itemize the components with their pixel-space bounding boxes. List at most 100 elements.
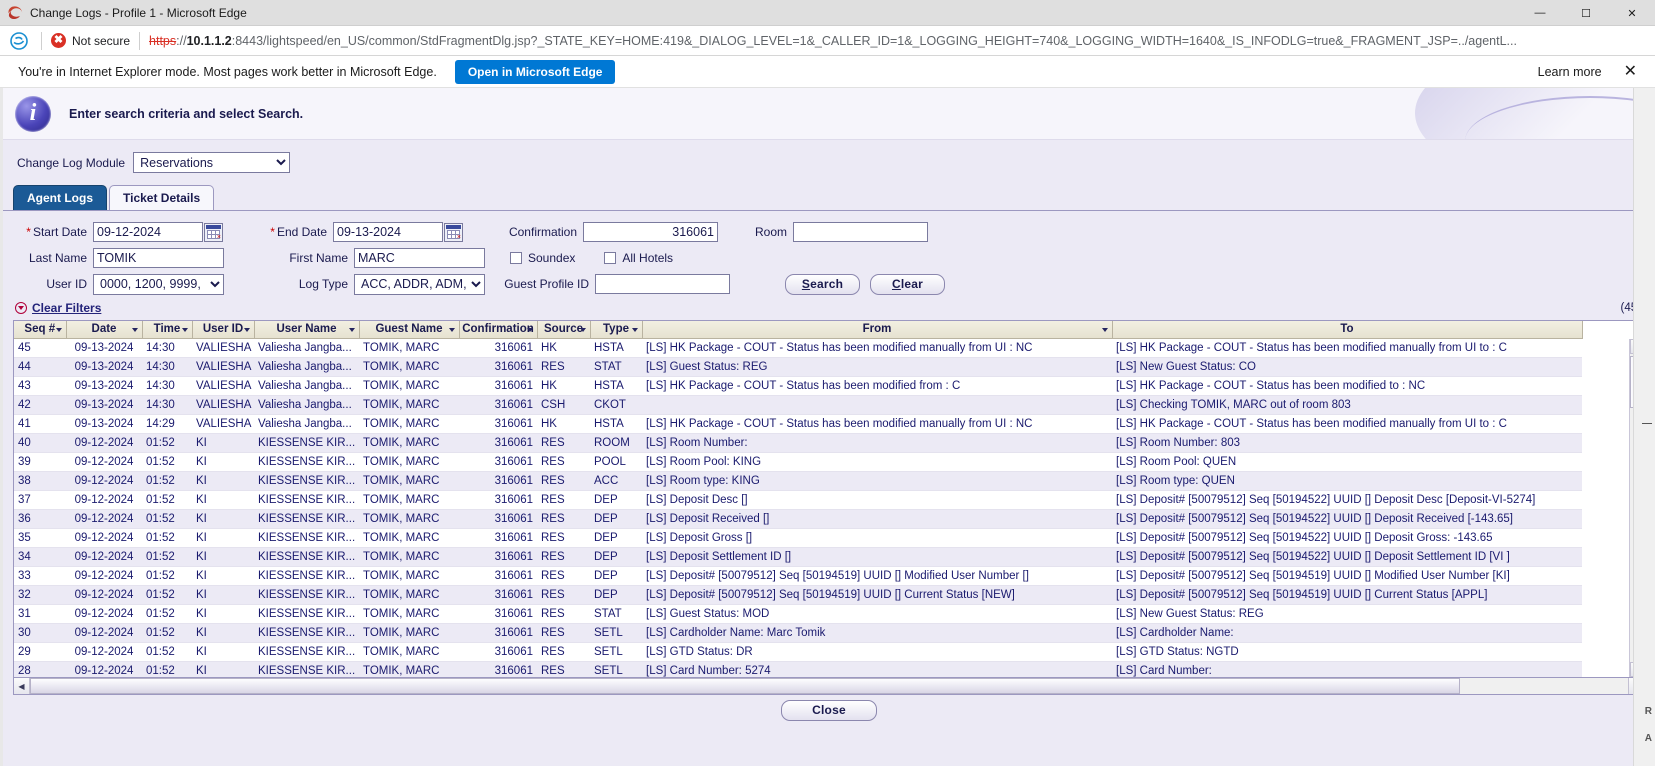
end-date-calendar-icon[interactable]: × <box>444 222 463 242</box>
table-row[interactable]: 36 09-12-2024 01:52 KI KIESSENSE KIR... TOMIK… <box>14 509 1582 529</box>
guest-profile-id-input[interactable] <box>595 274 730 294</box>
table-row[interactable]: 39 09-12-2024 01:52 KI KIESSENSE KIR... TOMIK… <box>14 452 1582 472</box>
table-row[interactable]: 37 09-12-2024 01:52 KI KIESSENSE KIR... TOMIK… <box>14 490 1582 510</box>
soundex-checkbox[interactable] <box>510 252 522 264</box>
table-row[interactable]: 40 09-12-2024 01:52 KI KIESSENSE KIR... TOMIK… <box>14 433 1582 453</box>
learn-more-link[interactable]: Learn more <box>1538 65 1602 79</box>
table-row[interactable]: 44 09-13-2024 14:30 VALIESHA Valiesha Jangba… <box>14 357 1582 377</box>
grid-header-date[interactable]: Date <box>66 321 143 339</box>
cell-time: 01:52 <box>142 642 192 662</box>
divider-2 <box>139 31 141 50</box>
grid-header-confirmation[interactable]: Confirmation <box>459 321 538 339</box>
cell-type: DEP <box>590 528 642 548</box>
ie-mode-icon[interactable] <box>8 30 30 52</box>
all-hotels-checkbox[interactable] <box>604 252 617 264</box>
user-id-select[interactable]: 0000, 1200, 9999, ... <box>93 273 224 295</box>
close-dialog-button[interactable]: Close <box>781 699 877 721</box>
cell-user_name: KIESSENSE KIR... <box>254 471 359 491</box>
maximize-button[interactable]: ☐ <box>1563 0 1609 26</box>
cell-source: RES <box>537 528 590 548</box>
column-filter-icon[interactable] <box>131 328 138 332</box>
confirmation-input[interactable] <box>583 222 718 242</box>
cell-user_id: KI <box>192 471 254 491</box>
table-row[interactable]: 38 09-12-2024 01:52 KI KIESSENSE KIR... TOMIK… <box>14 471 1582 491</box>
last-name-input[interactable] <box>93 248 224 268</box>
cell-user_name: KIESSENSE KIR... <box>254 452 359 472</box>
grid-header-seq[interactable]: Seq # <box>14 321 67 339</box>
window-title-bar: Change Logs - Profile 1 - Microsoft Edge… <box>0 0 1655 26</box>
table-row[interactable]: 41 09-13-2024 14:29 VALIESHA Valiesha Jangba… <box>14 414 1582 434</box>
cell-confirmation: 316061 <box>459 585 537 605</box>
cell-time: 01:52 <box>142 623 192 643</box>
cell-confirmation: 316061 <box>459 376 537 396</box>
search-button[interactable]: Search <box>785 273 860 295</box>
url-scheme: https <box>149 33 177 48</box>
cell-seq: 41 <box>14 414 66 434</box>
cell-to: [LS] Cardholder Name: <box>1112 623 1582 643</box>
open-in-edge-button[interactable]: Open in Microsoft Edge <box>454 59 616 84</box>
column-filter-icon[interactable] <box>1101 328 1108 332</box>
url-input[interactable]: https :// 10.1.1.2 :8443/lightspeed/en_U… <box>149 34 1647 48</box>
cell-guest_name: TOMIK, MARC <box>359 433 459 453</box>
grid-header-source[interactable]: Source <box>537 321 591 339</box>
grid-horizontal-scrollbar[interactable]: ◀ ▶ <box>13 678 1645 695</box>
first-name-input[interactable] <box>354 248 485 268</box>
cell-time: 01:52 <box>142 604 192 624</box>
cell-to: [LS] New Guest Status: CO <box>1112 357 1582 377</box>
column-filter-icon[interactable] <box>348 328 355 332</box>
column-filter-icon[interactable] <box>181 328 188 332</box>
minimize-button[interactable]: — <box>1517 0 1563 26</box>
clear-button[interactable]: Clear <box>870 273 945 295</box>
horizontal-scroll-track[interactable] <box>30 678 1628 694</box>
start-date-input[interactable] <box>93 222 203 242</box>
clear-filters-link[interactable]: Clear Filters <box>32 301 101 315</box>
cell-to: [LS] Room Pool: QUEN <box>1112 452 1582 472</box>
column-filter-icon[interactable] <box>579 328 586 332</box>
tab-ticket-details[interactable]: Ticket Details <box>109 185 215 210</box>
table-row[interactable]: 31 09-12-2024 01:52 KI KIESSENSE KIR... TOMIK… <box>14 604 1582 624</box>
close-window-button[interactable]: ✕ <box>1609 0 1655 26</box>
grid-header-guest-name[interactable]: Guest Name <box>359 321 460 339</box>
page-content: i Enter search criteria and select Searc… <box>0 88 1655 766</box>
table-row[interactable]: 28 09-12-2024 01:52 KI KIESSENSE KIR... TOMIK… <box>14 661 1582 677</box>
grid-header-type[interactable]: Type <box>590 321 643 339</box>
table-row[interactable]: 33 09-12-2024 01:52 KI KIESSENSE KIR... TOMIK… <box>14 566 1582 586</box>
not-secure-indicator[interactable]: ✖ Not secure <box>51 33 130 48</box>
log-type-label: Log Type <box>298 277 348 291</box>
tab-agent-logs[interactable]: Agent Logs <box>13 185 107 210</box>
column-filter-icon[interactable] <box>526 328 533 332</box>
cell-confirmation: 316061 <box>459 547 537 567</box>
cell-to: [LS] Deposit# [50079512] Seq [50194519] … <box>1112 585 1582 605</box>
column-filter-icon[interactable] <box>243 328 250 332</box>
column-filter-icon[interactable] <box>55 328 62 332</box>
grid-header-time[interactable]: Time <box>142 321 193 339</box>
end-date-input[interactable] <box>333 222 443 242</box>
table-row[interactable]: 42 09-13-2024 14:30 VALIESHA Valiesha Jangba… <box>14 395 1582 415</box>
cell-guest_name: TOMIK, MARC <box>359 490 459 510</box>
scroll-left-button[interactable]: ◀ <box>14 678 30 694</box>
table-row[interactable]: 30 09-12-2024 01:52 KI KIESSENSE KIR... TOMIK… <box>14 623 1582 643</box>
column-filter-icon[interactable] <box>448 328 455 332</box>
table-row[interactable]: 35 09-12-2024 01:52 KI KIESSENSE KIR... TOMIK… <box>14 528 1582 548</box>
room-input[interactable] <box>793 222 928 242</box>
change-log-module-select[interactable]: Reservations <box>133 152 291 173</box>
cell-confirmation: 316061 <box>459 509 537 529</box>
guest-profile-id-label: Guest Profile ID <box>504 277 589 291</box>
grid-header-to[interactable]: To <box>1112 321 1583 339</box>
cell-seq: 30 <box>14 623 66 643</box>
table-row[interactable]: 29 09-12-2024 01:52 KI KIESSENSE KIR... TOMIK… <box>14 642 1582 662</box>
close-icon[interactable]: ✕ <box>1620 63 1641 80</box>
cell-source: RES <box>537 585 590 605</box>
table-row[interactable]: 43 09-13-2024 14:30 VALIESHA Valiesha Jangba… <box>14 376 1582 396</box>
start-date-calendar-icon[interactable]: × <box>204 222 223 242</box>
log-type-select[interactable]: ACC, ADDR, ADM,... <box>354 273 485 295</box>
column-filter-icon[interactable] <box>631 328 638 332</box>
grid-header-user-name[interactable]: User Name <box>254 321 360 339</box>
grid-header-user-id[interactable]: User ID <box>192 321 255 339</box>
table-row[interactable]: 45 09-13-2024 14:30 VALIESHA Valiesha Jangba… <box>14 338 1582 358</box>
horizontal-scroll-thumb[interactable] <box>30 678 1460 694</box>
table-row[interactable]: 32 09-12-2024 01:52 KI KIESSENSE KIR... TOMIK… <box>14 585 1582 605</box>
grid-header-from[interactable]: From <box>642 321 1113 339</box>
table-row[interactable]: 34 09-12-2024 01:52 KI KIESSENSE KIR... TOMIK… <box>14 547 1582 567</box>
first-name-label: First Name <box>289 251 348 265</box>
